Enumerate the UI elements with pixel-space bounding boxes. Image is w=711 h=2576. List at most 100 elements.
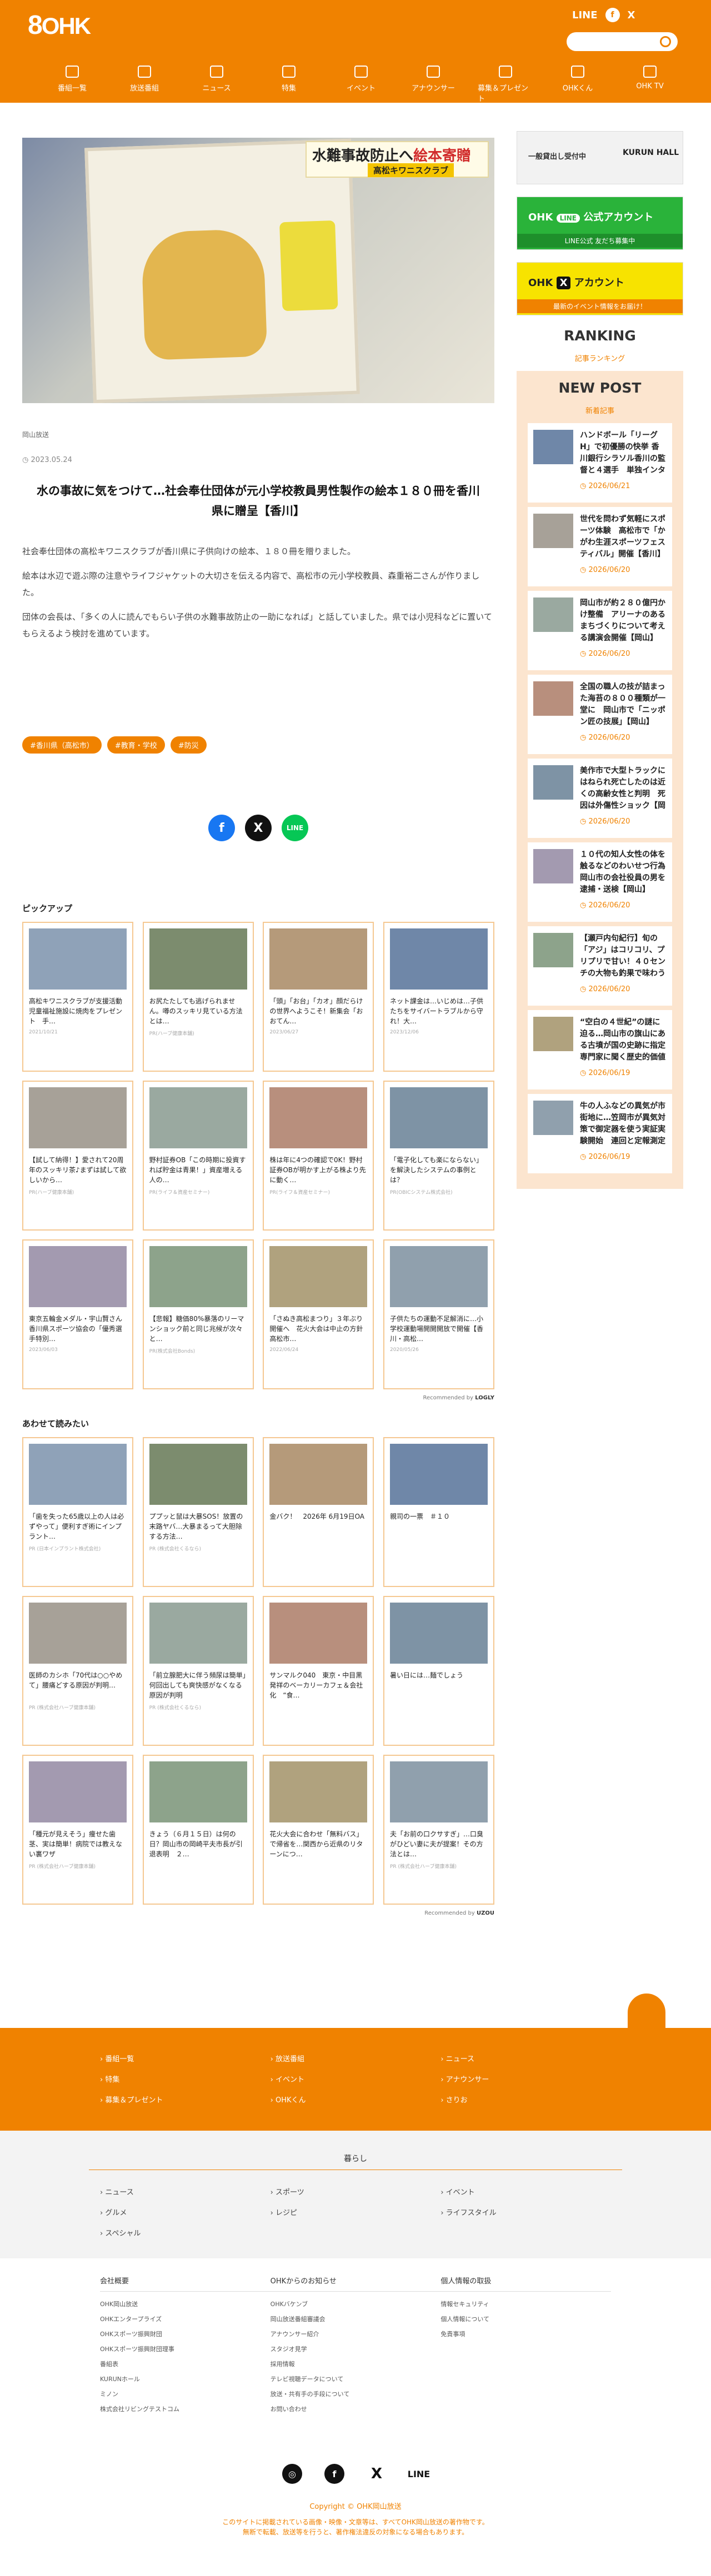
- facebook-icon[interactable]: f: [324, 2464, 344, 2484]
- footer-main-link[interactable]: › OHKくん: [271, 2094, 441, 2105]
- new-post-item[interactable]: １０代の知人女性の体を触るなどのわいせつ行為 岡山市の会社役員の男を逮捕・送検【…: [528, 842, 672, 922]
- footer-kurashi-link[interactable]: › レジピ: [271, 2207, 441, 2217]
- related-card[interactable]: 夫「お前の口クサすぎ」…口臭がひどい妻に夫が提案！その方法とは… PR (株式会社…: [383, 1755, 494, 1905]
- related-card[interactable]: サンマルク040 東京・中目黒発祥のベーカリーカフェ＆会社化 “食…: [263, 1596, 374, 1746]
- footer-info-link[interactable]: OHKスポーツ振興財団: [100, 2329, 271, 2338]
- pickup-card-title: 東京五輪金メダル・宇山賢さん 香川県スポーツ協会の「優秀選手特別…: [29, 1315, 127, 1343]
- nav-ohkkun[interactable]: OHKくん: [550, 66, 605, 103]
- x-icon[interactable]: X: [628, 9, 635, 21]
- related-card[interactable]: 花火大会に合わせ「無料バス」で帰省を…関西から近県のリターンにつ…: [263, 1755, 374, 1905]
- line-share-icon[interactable]: LINE: [282, 815, 308, 841]
- footer-info-link[interactable]: OHK岡山放送: [100, 2299, 271, 2308]
- pickup-card[interactable]: 「さぬき高松まつり」３年ぶり開催へ 花火大会は中止の方針 高松市… 2022/06…: [263, 1239, 374, 1389]
- new-post-item[interactable]: 美作市で大型トラックにはねられ死亡したのは近くの高齢女性と判明 死因は外傷性ショ…: [528, 759, 672, 838]
- tag-kagawa[interactable]: #香川県（高松市）: [22, 736, 102, 754]
- pickup-card[interactable]: 高松キワニスクラブが支援活動 児童福祉施設に焼肉をプレゼント 手… 2021/10…: [22, 922, 133, 1072]
- footer-info-link[interactable]: ミノン: [100, 2389, 271, 2398]
- footer-kurashi-link[interactable]: › スポーツ: [271, 2186, 441, 2197]
- footer-main-link[interactable]: › 特集: [100, 2073, 271, 2084]
- footer-info-link[interactable]: スタジオ見学: [271, 2344, 441, 2353]
- pickup-card[interactable]: 「頭」「お台」「カオ」顔だらけの世界へようこそ！新集会「おおてん… 2023/06…: [263, 922, 374, 1072]
- site-logo[interactable]: 8OHK: [28, 10, 91, 41]
- tag-disaster[interactable]: #防災: [170, 736, 207, 754]
- line-icon[interactable]: LINE: [408, 2464, 430, 2484]
- footer-info-link[interactable]: OHKエンタープライズ: [100, 2314, 271, 2323]
- x-share-icon[interactable]: X: [245, 815, 272, 841]
- new-post-item[interactable]: 【瀬戸内句紀行】旬の「アジ」はコリコリ、プリプリで甘い！４０センチの大物も釣果で…: [528, 926, 672, 1006]
- footer-info-link[interactable]: 個人情報について: [440, 2314, 611, 2323]
- related-card[interactable]: 暑い日には…麺でしょう: [383, 1596, 494, 1746]
- related-card[interactable]: 親司の一票 ＃１０: [383, 1437, 494, 1587]
- footer-kurashi-link[interactable]: › イベント: [440, 2186, 611, 2197]
- new-post-item[interactable]: “空白の４世紀”の謎に迫る…岡山市の旗山にある古墳が国の史跡に指定 専門家に聞く…: [528, 1010, 672, 1089]
- nav-programs[interactable]: 番組一覧: [44, 66, 100, 103]
- footer-info-link[interactable]: OHKバケンブ: [271, 2299, 441, 2308]
- related-card[interactable]: きょう（６月１５日）は何の日？岡山市の岡崎平夫市長が引退表明 ２…: [142, 1755, 254, 1905]
- footer-main-link[interactable]: › 募集＆プレゼント: [100, 2094, 271, 2105]
- related-card[interactable]: 金バク！ 2026年 6月19日OA: [263, 1437, 374, 1587]
- related-card[interactable]: 「前立腺肥大に伴う頻尿は簡単」何回出しても爽快感がなくなる原因が判明 PR (株式…: [142, 1596, 254, 1746]
- nav-announcer[interactable]: アナウンサー: [405, 66, 461, 103]
- nav-news[interactable]: ニュース: [189, 66, 244, 103]
- nav-feature[interactable]: 特集: [261, 66, 317, 103]
- footer-kurashi-link[interactable]: › グルメ: [100, 2207, 271, 2217]
- nav-broadcast[interactable]: 放送番組: [117, 66, 172, 103]
- footer-main-link[interactable]: › ニュース: [440, 2053, 611, 2063]
- footer-info-link[interactable]: 岡山放送番組審議会: [271, 2314, 441, 2323]
- pickup-card[interactable]: お尻たたしても逃げられません。噂のスッキリ見ている方法とは… PR(ハーブ健康本舗…: [142, 922, 254, 1072]
- related-card[interactable]: 「種元が見えそう」痩せた歯茎、実は簡単！病院では教えない裏ワザ PR (株式会社ハ…: [22, 1755, 133, 1905]
- footer-info-link[interactable]: 番組表: [100, 2359, 271, 2368]
- new-post-item[interactable]: ハンドボール「リーグH」で初優勝の快挙 香川銀行シラソル香川の監督と４選手 単独…: [528, 423, 672, 503]
- x-account-banner[interactable]: OHK X アカウント 最新のイベント情報をお届け！: [517, 262, 683, 315]
- footer-info-link[interactable]: OHKスポーツ振興財団理事: [100, 2344, 271, 2353]
- pickup-card[interactable]: 東京五輪金メダル・宇山賢さん 香川県スポーツ協会の「優秀選手特別… 2023/06…: [22, 1239, 133, 1389]
- footer-info-link[interactable]: 採用情報: [271, 2359, 441, 2368]
- footer-main-link[interactable]: › イベント: [271, 2073, 441, 2084]
- nav-ohktv[interactable]: OHK TV: [622, 66, 678, 103]
- tag-education[interactable]: #教育・学校: [107, 736, 165, 754]
- related-card-title: 「歯を失った65歳以上の人は必ずやって」便利すぎ術にインプラント…: [29, 1513, 124, 1540]
- new-post-item[interactable]: 世代を問わず気軽にスポーツ体験 高松市で「かがわ生涯スポーツフェスティバル」開催…: [528, 507, 672, 586]
- pickup-card[interactable]: 【悲報】糖価80%暴落のリーマンショック前と同じ兆候が次々と… PR(株式会社Bo…: [142, 1239, 254, 1389]
- pickup-card[interactable]: 子供たちの運動不足解消に…小学校運動場開開開放で開催【香川・高松… 2020/05…: [383, 1239, 494, 1389]
- footer-kurashi-link[interactable]: › ニュース: [100, 2186, 271, 2197]
- pickup-card[interactable]: 野村証券OB「この時期に投資すれば貯金は青果！」資産増える人の… PR(ライフ＆資…: [142, 1081, 254, 1231]
- nav-event[interactable]: イベント: [333, 66, 389, 103]
- footer-info-link[interactable]: 免責事項: [440, 2329, 611, 2338]
- line-link[interactable]: LINE: [572, 9, 598, 21]
- related-card[interactable]: ププッと鼠は大暴SOS！放置の末路ヤバ…大暴まるって大胆除する方法… PR (株式…: [142, 1437, 254, 1587]
- footer-info-link[interactable]: 株式会社リビングテストコム: [100, 2404, 271, 2413]
- new-post-item[interactable]: 牛の人ふなどの異気が市街地に…笠岡市が異気対策で御定器を使う実証実験開始 連回と…: [528, 1094, 672, 1173]
- pickup-card[interactable]: ネット課金は…いじめは…子供たちをサイバートラブルから守れ！大… 2023/12/…: [383, 922, 494, 1072]
- related-card[interactable]: 「歯を失った65歳以上の人は必ずやって」便利すぎ術にインプラント… PR (日本イ…: [22, 1437, 133, 1587]
- related-card[interactable]: 医師のカシホ「70代は○○やめて」腰痛どする原因が判明… PR (株式会社ハーブ健…: [22, 1596, 133, 1746]
- footer-kurashi-link[interactable]: › スペシャル: [100, 2227, 271, 2238]
- x-icon[interactable]: X: [367, 2464, 387, 2484]
- new-post-item[interactable]: 全国の職人の技が詰まった海苔の８００種類が一堂に 岡山市で「ニッポン匠の技展」【…: [528, 675, 672, 754]
- pickup-card[interactable]: 【試して納得！】愛されて20周年のスッキリ茶♪まずは試して欲しいから… PR(ハー…: [22, 1081, 133, 1231]
- article-category[interactable]: 岡山放送: [22, 430, 494, 439]
- facebook-share-icon[interactable]: f: [208, 815, 235, 841]
- footer-info-link[interactable]: お問い合わせ: [271, 2404, 441, 2413]
- footer-info-link[interactable]: KURUNホール: [100, 2374, 271, 2383]
- search-input[interactable]: [567, 32, 655, 51]
- new-post-item[interactable]: 岡山市が約２８０億円かけ整備 アリーナのあるまちづくりについて考える講演会開催【…: [528, 591, 672, 670]
- footer-info-link[interactable]: 放送・共有手の手段について: [271, 2389, 441, 2398]
- footer-main-link[interactable]: › 番組一覧: [100, 2053, 271, 2063]
- instagram-icon[interactable]: ◎: [282, 2464, 302, 2484]
- kurun-hall-banner[interactable]: 一般貸出し受付中 KURUN HALL: [517, 131, 683, 184]
- nav-present[interactable]: 募集＆プレゼント: [478, 66, 533, 103]
- footer-info-link[interactable]: テレビ視聴データについて: [271, 2374, 441, 2383]
- footer-info-link[interactable]: 情報セキュリティ: [440, 2299, 611, 2308]
- new-post-date: ◷ 2026/06/20: [580, 901, 630, 910]
- search-icon[interactable]: [660, 36, 671, 47]
- facebook-icon[interactable]: f: [605, 8, 620, 22]
- footer-main-link[interactable]: › 放送番組: [271, 2053, 441, 2063]
- line-account-banner[interactable]: OHK LINE 公式アカウント LINE公式 友だち募集中: [517, 197, 683, 250]
- pickup-card[interactable]: 「電子化しても楽にならない」を解決したシステムの事例とは？ PR(OBICシステム…: [383, 1081, 494, 1231]
- pickup-card[interactable]: 株は年に4つの確認で0K！野村証券OBが明かす上がる株より先に動く… PR(ライフ…: [263, 1081, 374, 1231]
- footer-kurashi-link[interactable]: › ライフスタイル: [440, 2207, 611, 2217]
- footer-info-link[interactable]: アナウンサー紹介: [271, 2329, 441, 2338]
- footer-main-link[interactable]: › アナウンサー: [440, 2073, 611, 2084]
- footer-main-link[interactable]: › さりお: [440, 2094, 611, 2105]
